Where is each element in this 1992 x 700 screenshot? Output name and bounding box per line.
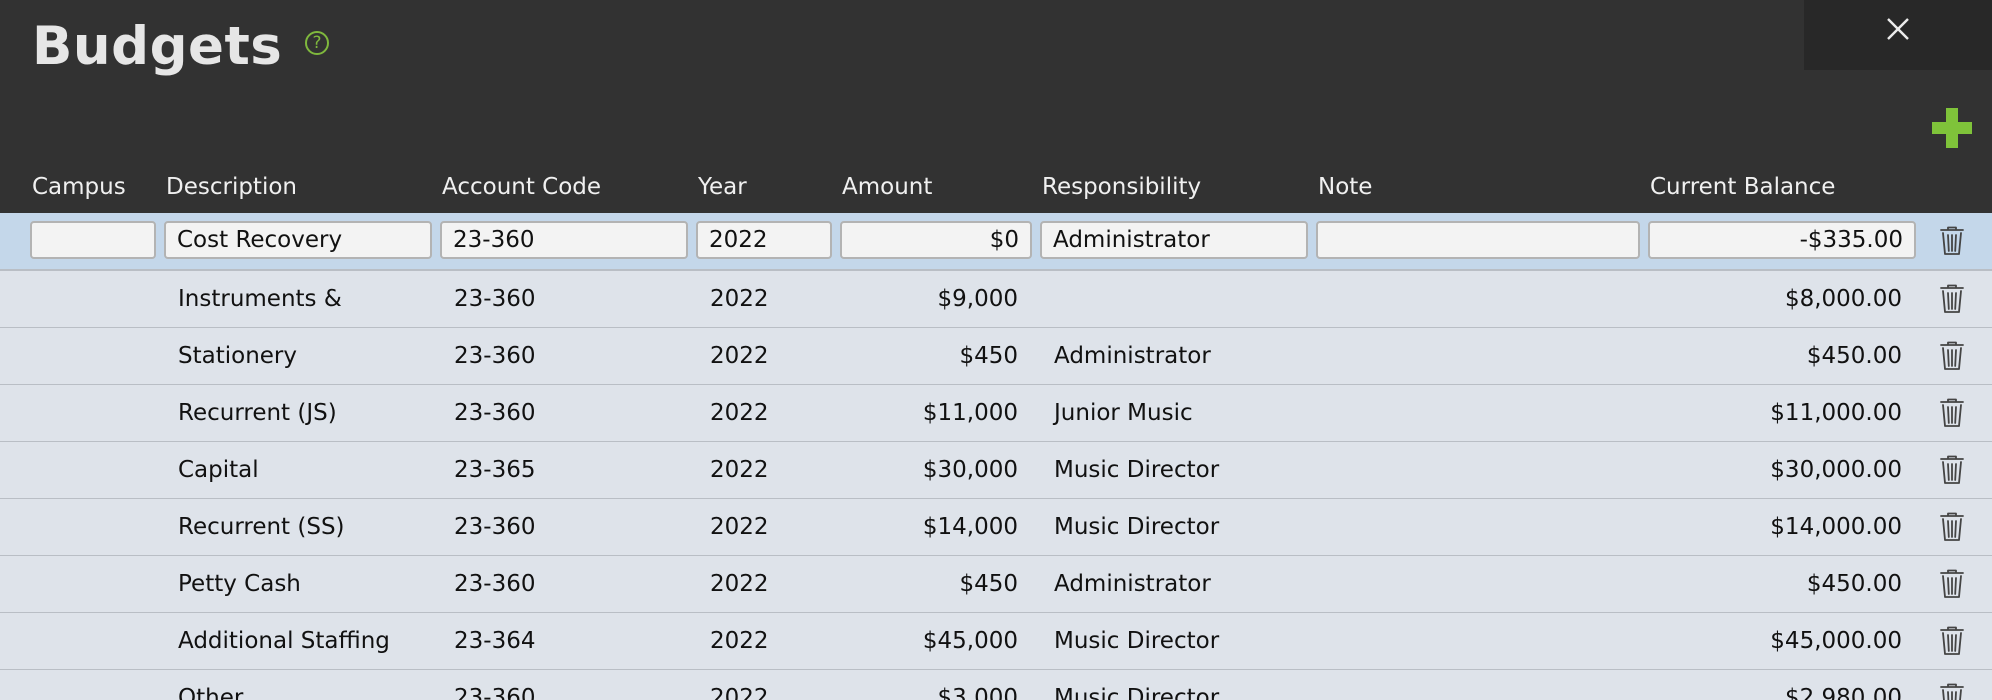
current-balance-cell: $450.00 [1806,571,1902,597]
header-bar: Budgets ? Campus Description Account Cod… [0,0,1992,213]
description-cell: Additional Staffing [178,628,390,654]
description-cell: Stationery [178,343,297,369]
responsibility-cell: Music Director [1054,457,1220,483]
account-code-input[interactable]: 23-360 [440,221,688,259]
responsibility-input[interactable]: Administrator [1040,221,1308,259]
trash-icon[interactable] [1939,512,1965,542]
add-budget-button[interactable] [1932,108,1972,148]
account-code-cell: 23-360 [454,571,536,597]
responsibility-cell: Music Director [1054,628,1220,654]
amount-cell: $9,000 [937,286,1018,312]
current-balance-cell: $11,000.00 [1770,400,1902,426]
amount-cell: $30,000 [922,457,1018,483]
campus-input[interactable] [30,221,156,259]
table-row[interactable]: Additional Staffing 23-364 2022 $45,000 … [0,613,1992,671]
table-row[interactable]: Recurrent (JS) 23-360 2022 $11,000 Junio… [0,385,1992,443]
note-input[interactable] [1316,221,1640,259]
table-row[interactable]: Petty Cash 23-360 2022 $450 Administrato… [0,556,1992,614]
current-balance-cell: $2,980.00 [1784,685,1902,700]
year-cell: 2022 [710,628,769,654]
account-code-cell: 23-360 [454,514,536,540]
description-cell: Recurrent (JS) [178,400,337,426]
amount-cell: $45,000 [922,628,1018,654]
table-row[interactable]: Other 23-360 2022 $3,000 Music Director … [0,670,1992,700]
column-header-amount[interactable]: Amount [842,174,932,200]
budget-table: Cost Recovery 23-360 2022 $0 Administrat… [0,213,1992,700]
responsibility-cell: Administrator [1054,343,1211,369]
amount-cell: $11,000 [922,400,1018,426]
column-header-responsibility[interactable]: Responsibility [1042,174,1201,200]
description-cell: Capital [178,457,259,483]
current-balance-cell: $30,000.00 [1770,457,1902,483]
page-title: Budgets [32,16,283,77]
description-input[interactable]: Cost Recovery [164,221,432,259]
current-balance-cell: $45,000.00 [1770,628,1902,654]
close-button[interactable] [1804,0,1992,70]
column-header-account-code[interactable]: Account Code [442,174,601,200]
responsibility-cell: Junior Music [1054,400,1193,426]
year-cell: 2022 [710,457,769,483]
description-cell: Instruments & [178,286,342,312]
table-row[interactable]: Stationery 23-360 2022 $450 Administrato… [0,328,1992,386]
amount-cell: $3,000 [937,685,1018,700]
trash-icon[interactable] [1939,455,1965,485]
trash-icon[interactable] [1939,626,1965,656]
account-code-cell: 23-360 [454,400,536,426]
description-cell: Recurrent (SS) [178,514,345,540]
column-header-note[interactable]: Note [1318,174,1372,200]
account-code-cell: 23-364 [454,628,536,654]
column-header-description[interactable]: Description [166,174,297,200]
trash-icon[interactable] [1939,341,1965,371]
year-input[interactable]: 2022 [696,221,832,259]
trash-icon[interactable] [1939,226,1965,256]
column-header-current-balance[interactable]: Current Balance [1650,174,1835,200]
account-code-cell: 23-360 [454,286,536,312]
column-header-campus[interactable]: Campus [32,174,126,200]
responsibility-cell: Administrator [1054,571,1211,597]
column-header-year[interactable]: Year [698,174,747,200]
amount-cell: $14,000 [922,514,1018,540]
current-balance-cell: $450.00 [1806,343,1902,369]
table-row[interactable]: Capital 23-365 2022 $30,000 Music Direct… [0,442,1992,500]
year-cell: 2022 [710,685,769,700]
close-icon [1887,18,1909,40]
table-row[interactable]: Instruments & 23-360 2022 $9,000 $8,000.… [0,271,1992,329]
responsibility-cell: Music Director [1054,514,1220,540]
current-balance-input[interactable]: -$335.00 [1648,221,1916,259]
current-balance-cell: $14,000.00 [1770,514,1902,540]
account-code-cell: 23-365 [454,457,536,483]
trash-icon[interactable] [1939,569,1965,599]
amount-cell: $450 [959,343,1018,369]
year-cell: 2022 [710,286,769,312]
year-cell: 2022 [710,571,769,597]
description-cell: Petty Cash [178,571,301,597]
amount-cell: $450 [959,571,1018,597]
year-cell: 2022 [710,514,769,540]
trash-icon[interactable] [1939,683,1965,700]
trash-icon[interactable] [1939,398,1965,428]
amount-input[interactable]: $0 [840,221,1032,259]
table-row-selected[interactable]: Cost Recovery 23-360 2022 $0 Administrat… [0,213,1992,271]
current-balance-cell: $8,000.00 [1784,286,1902,312]
year-cell: 2022 [710,343,769,369]
question-circle-icon[interactable]: ? [305,31,329,55]
description-cell: Other [178,685,244,700]
account-code-cell: 23-360 [454,343,536,369]
responsibility-cell: Music Director [1054,685,1220,700]
trash-icon[interactable] [1939,284,1965,314]
table-row[interactable]: Recurrent (SS) 23-360 2022 $14,000 Music… [0,499,1992,557]
year-cell: 2022 [710,400,769,426]
account-code-cell: 23-360 [454,685,536,700]
